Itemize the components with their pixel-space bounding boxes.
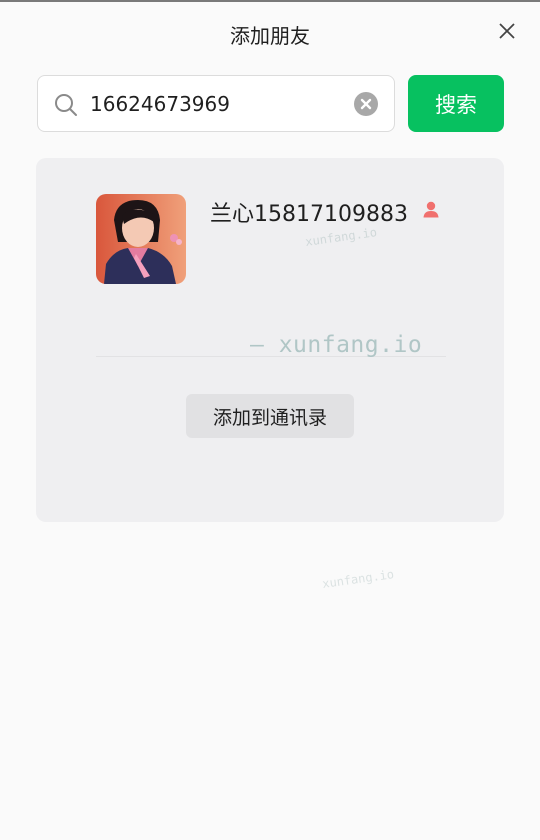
add-to-contacts-button[interactable]: 添加到通讯录	[186, 394, 354, 438]
search-button[interactable]: 搜索	[408, 75, 504, 132]
watermark: xunfang.io	[321, 567, 395, 591]
close-icon[interactable]	[498, 22, 516, 40]
search-box[interactable]	[37, 75, 395, 132]
watermark: — xunfang.io	[250, 332, 423, 358]
dialog-title: 添加朋友	[230, 24, 310, 48]
search-input[interactable]	[90, 86, 340, 122]
search-icon	[55, 94, 77, 116]
window-top-border	[0, 0, 540, 2]
female-person-icon	[423, 201, 439, 218]
avatar[interactable]	[96, 194, 186, 284]
contact-name: 兰心15817109883	[210, 202, 408, 227]
clear-input-icon[interactable]	[354, 92, 378, 116]
